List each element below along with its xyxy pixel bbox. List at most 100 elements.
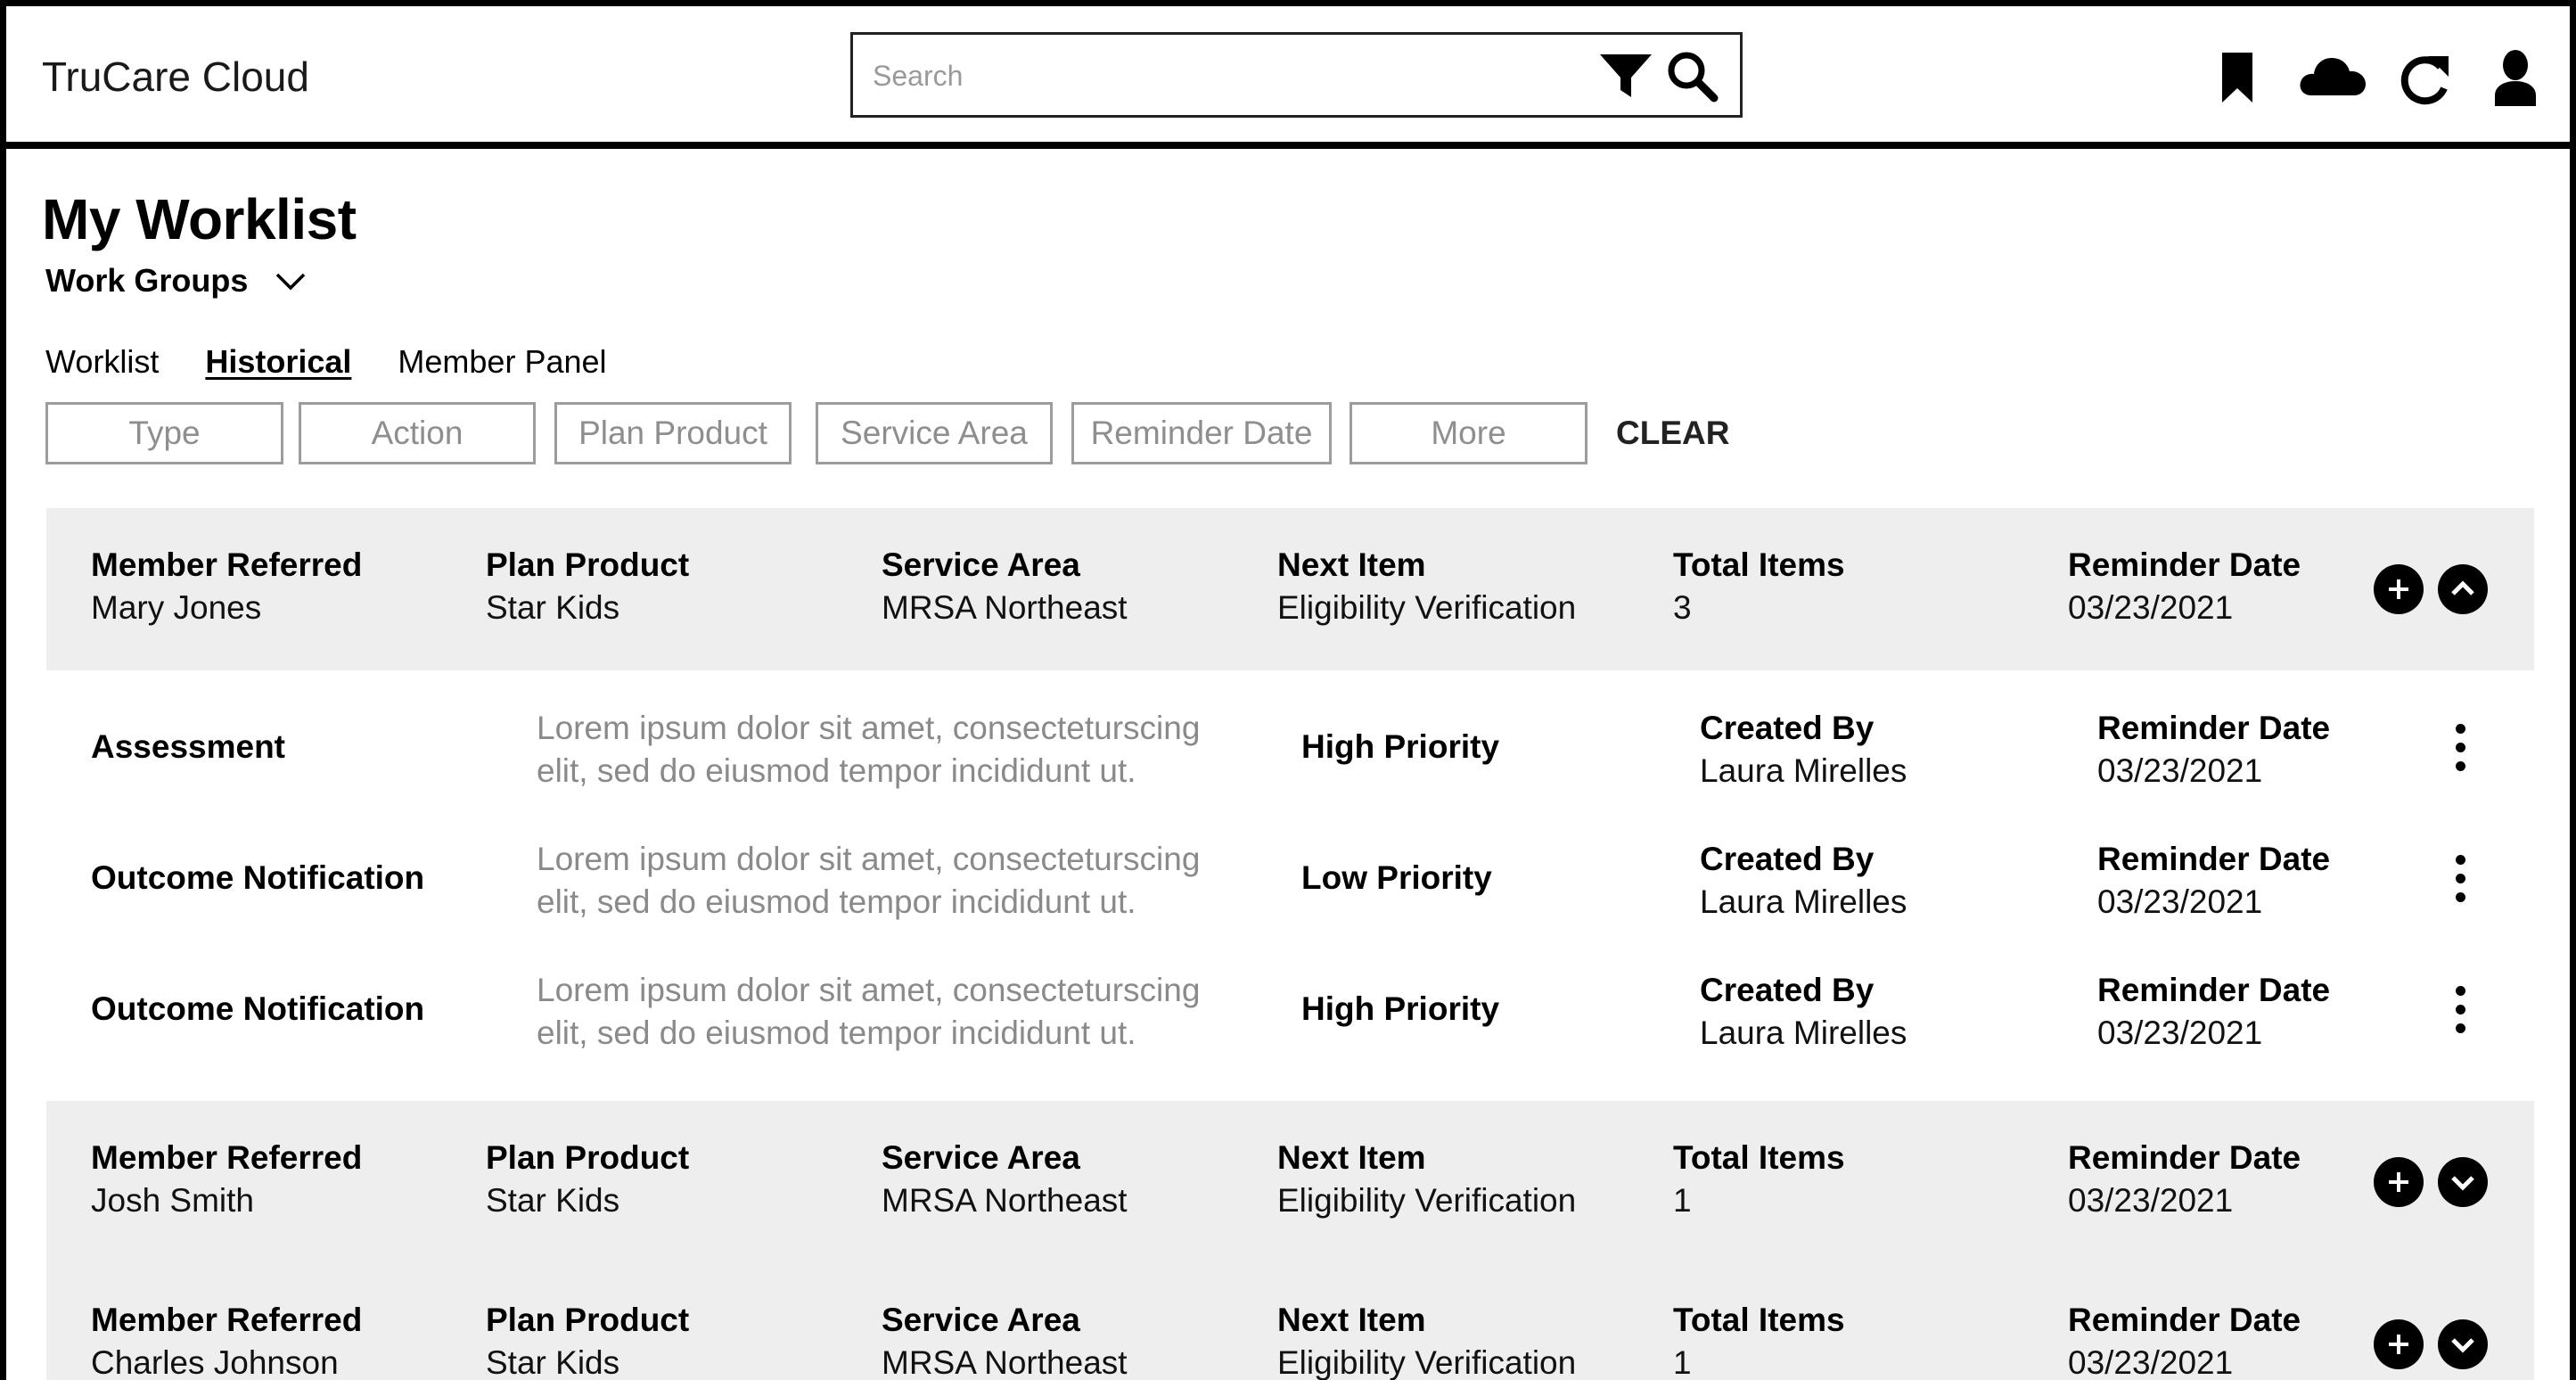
task-description-line: Lorem ipsum dolor sit amet, consecteturs… <box>537 841 1201 877</box>
task-reminder-cell: Reminder Date 03/23/2021 <box>2097 707 2330 793</box>
member-cell: Member Referred Mary Jones <box>91 544 362 629</box>
reminder-value: 03/23/2021 <box>2068 1182 2234 1219</box>
total-items-value: 1 <box>1673 1344 1692 1380</box>
add-button[interactable] <box>2374 564 2424 614</box>
created-by-cell: Created By Laura Mirelles <box>1700 969 1907 1055</box>
reminder-cell: Reminder Date 03/23/2021 <box>2068 544 2301 629</box>
total-items-cell: Total Items 1 <box>1673 1137 1845 1222</box>
area-label: Service Area <box>882 1139 1080 1176</box>
created-by-label: Created By <box>1700 710 1875 746</box>
task-name: Outcome Notification <box>91 859 425 896</box>
total-items-label: Total Items <box>1673 1139 1845 1176</box>
area-value: MRSA Northeast <box>882 1182 1128 1219</box>
add-button[interactable] <box>2374 1157 2424 1207</box>
task-reminder-label: Reminder Date <box>2097 841 2331 877</box>
member-name: Josh Smith <box>91 1182 255 1219</box>
task-name: Assessment <box>91 728 286 765</box>
member-cell: Member Referred Charles Johnson <box>91 1299 362 1380</box>
more-options-icon[interactable] <box>2442 983 2478 1037</box>
bookmark-icon[interactable] <box>2219 51 2255 104</box>
filter-type[interactable]: Type <box>45 402 283 464</box>
task-priority: High Priority <box>1301 990 1500 1027</box>
task-reminder-label: Reminder Date <box>2097 972 2331 1008</box>
member-label: Member Referred <box>91 1302 363 1338</box>
task-row[interactable]: Outcome Notification Lorem ipsum dolor s… <box>46 815 2534 945</box>
task-priority: High Priority <box>1301 728 1500 765</box>
created-by-label: Created By <box>1700 972 1875 1008</box>
task-description: Lorem ipsum dolor sit amet, consecteturs… <box>537 838 1303 924</box>
filter-service-area[interactable]: Service Area <box>816 402 1053 464</box>
total-items-cell: Total Items 3 <box>1673 544 1845 629</box>
task-description-line: Lorem ipsum dolor sit amet, consecteturs… <box>537 710 1201 746</box>
more-options-icon[interactable] <box>2442 852 2478 906</box>
filter-action[interactable]: Action <box>299 402 536 464</box>
task-description: Lorem ipsum dolor sit amet, consecteturs… <box>537 707 1303 793</box>
next-item-cell: Next Item Eligibility Verification <box>1277 544 1576 629</box>
task-reminder-value: 03/23/2021 <box>2097 883 2263 920</box>
task-name: Outcome Notification <box>91 990 425 1027</box>
tab-member-panel[interactable]: Member Panel <box>398 343 606 381</box>
area-value: MRSA Northeast <box>882 1344 1128 1380</box>
work-groups-label: Work Groups <box>45 262 249 299</box>
filter-plan-product[interactable]: Plan Product <box>554 402 792 464</box>
filter-more[interactable]: More <box>1350 402 1587 464</box>
view-tabs: Worklist Historical Member Panel <box>45 343 653 381</box>
clear-filters-button[interactable]: CLEAR <box>1616 402 1729 464</box>
plan-cell: Plan Product Star Kids <box>486 1137 689 1222</box>
task-reminder-value: 03/23/2021 <box>2097 1014 2263 1051</box>
refresh-icon[interactable] <box>2398 51 2453 106</box>
next-item-value: Eligibility Verification <box>1277 1182 1577 1219</box>
search-box <box>850 32 1743 118</box>
tab-historical[interactable]: Historical <box>205 343 351 381</box>
total-items-label: Total Items <box>1673 546 1845 583</box>
total-items-label: Total Items <box>1673 1302 1845 1338</box>
next-item-cell: Next Item Eligibility Verification <box>1277 1299 1576 1380</box>
total-items-value: 3 <box>1673 589 1692 626</box>
member-group-row[interactable]: Member Referred Josh Smith Plan Product … <box>46 1101 2534 1380</box>
member-label: Member Referred <box>91 546 363 583</box>
member-label: Member Referred <box>91 1139 363 1176</box>
more-options-icon[interactable] <box>2442 721 2478 775</box>
reminder-label: Reminder Date <box>2068 1139 2301 1176</box>
member-name: Mary Jones <box>91 589 262 626</box>
expand-button[interactable] <box>2438 1319 2488 1369</box>
member-cell: Member Referred Josh Smith <box>91 1137 362 1222</box>
tab-worklist[interactable]: Worklist <box>45 343 159 381</box>
user-icon[interactable] <box>2493 49 2538 108</box>
task-reminder-cell: Reminder Date 03/23/2021 <box>2097 969 2330 1055</box>
task-row[interactable]: Outcome Notification Lorem ipsum dolor s… <box>46 946 2534 1076</box>
filter-icon[interactable] <box>1598 51 1653 101</box>
created-by-value: Laura Mirelles <box>1700 883 1907 920</box>
work-groups-dropdown[interactable]: Work Groups <box>45 262 307 300</box>
collapse-button[interactable] <box>2438 564 2488 614</box>
reminder-cell: Reminder Date 03/23/2021 <box>2068 1137 2301 1222</box>
plan-label: Plan Product <box>486 1139 690 1176</box>
next-item-label: Next Item <box>1277 546 1426 583</box>
task-row[interactable]: Assessment Lorem ipsum dolor sit amet, c… <box>46 684 2534 814</box>
area-value: MRSA Northeast <box>882 589 1128 626</box>
app-brand: TruCare Cloud <box>42 53 309 100</box>
area-cell: Service Area MRSA Northeast <box>882 1137 1128 1222</box>
app-frame: TruCare Cloud Search My Worklist Work Gr… <box>0 0 2576 1380</box>
search-input[interactable] <box>873 54 1550 97</box>
add-button[interactable] <box>2374 1319 2424 1369</box>
created-by-label: Created By <box>1700 841 1875 877</box>
reminder-value: 03/23/2021 <box>2068 1344 2234 1380</box>
search-icon[interactable] <box>1666 50 1719 103</box>
plan-value: Star Kids <box>486 1344 620 1380</box>
chevron-down-icon <box>275 262 307 300</box>
cloud-icon[interactable] <box>2299 53 2367 99</box>
area-cell: Service Area MRSA Northeast <box>882 1299 1128 1380</box>
plan-value: Star Kids <box>486 1182 620 1219</box>
plan-cell: Plan Product Star Kids <box>486 1299 689 1380</box>
expand-button[interactable] <box>2438 1157 2488 1207</box>
plan-cell: Plan Product Star Kids <box>486 544 689 629</box>
filter-reminder-date[interactable]: Reminder Date <box>1071 402 1332 464</box>
created-by-cell: Created By Laura Mirelles <box>1700 838 1907 924</box>
next-item-value: Eligibility Verification <box>1277 1344 1577 1380</box>
next-item-value: Eligibility Verification <box>1277 589 1577 626</box>
area-label: Service Area <box>882 1302 1080 1338</box>
reminder-value: 03/23/2021 <box>2068 589 2234 626</box>
plan-label: Plan Product <box>486 546 690 583</box>
member-group-row[interactable]: Member Referred Mary Jones Plan Product … <box>46 508 2534 670</box>
